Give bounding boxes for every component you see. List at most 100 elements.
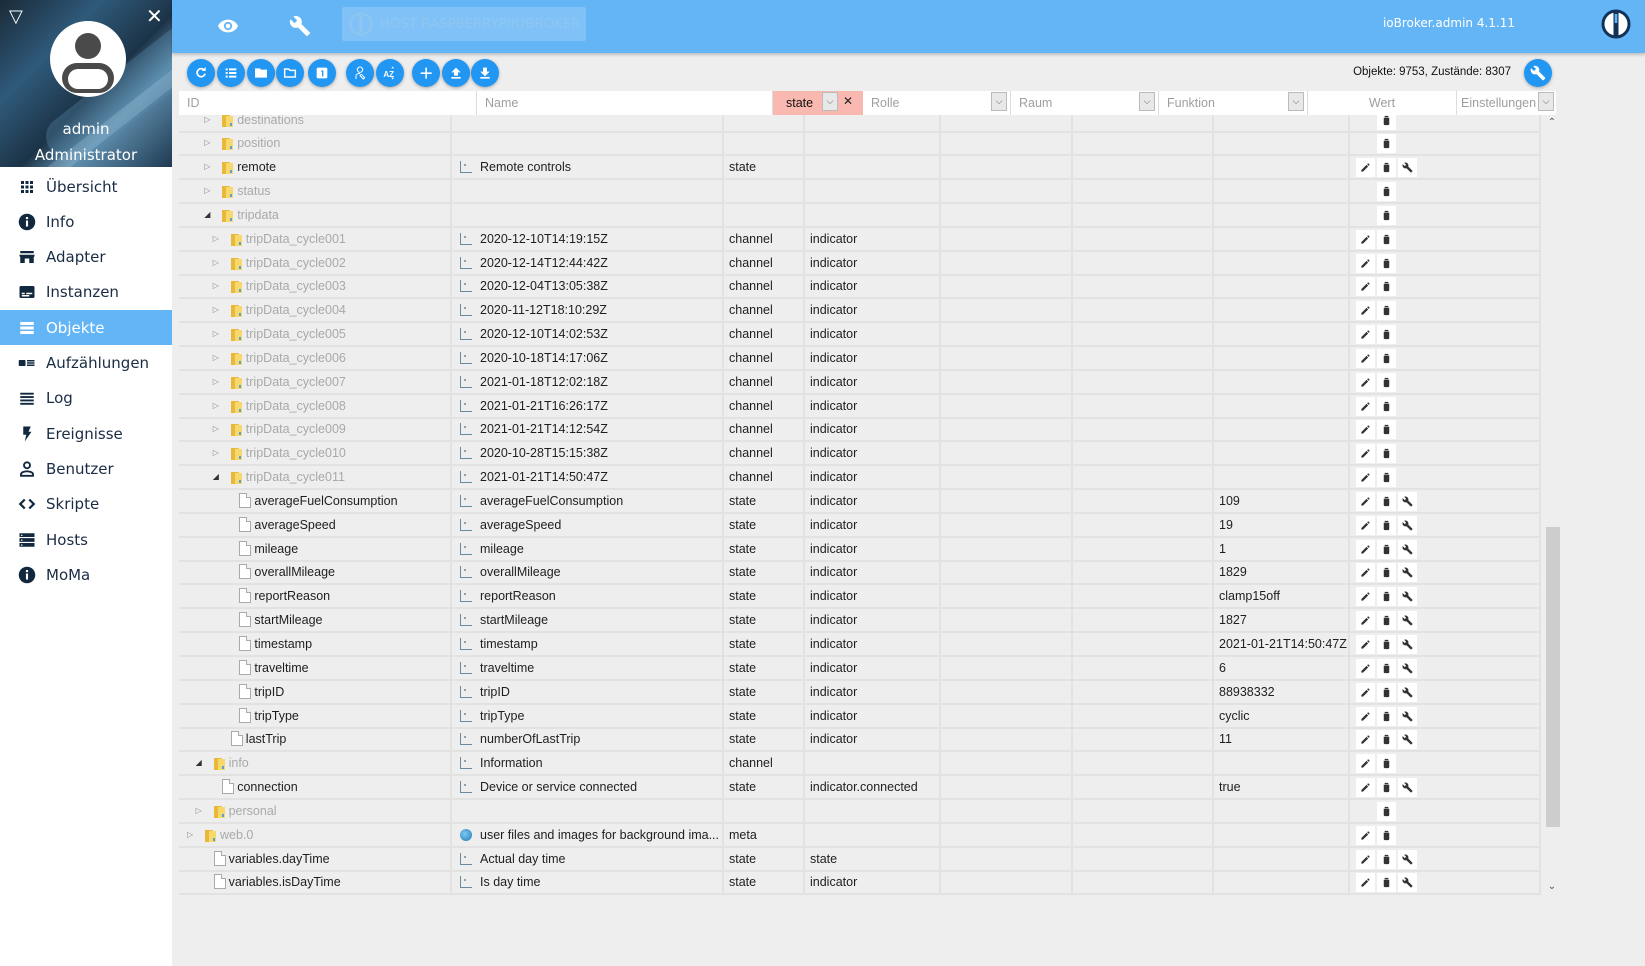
delete-button[interactable]: [1377, 325, 1396, 345]
value-cell[interactable]: [1214, 203, 1350, 226]
id-filter[interactable]: [179, 91, 477, 115]
value-cell[interactable]: [1214, 370, 1350, 393]
value-cell[interactable]: [1214, 466, 1350, 489]
delete-button[interactable]: [1377, 682, 1396, 702]
table-row[interactable]: ◢ tripdata: [179, 203, 1541, 228]
edit-button[interactable]: [1356, 491, 1375, 511]
edit-button[interactable]: [1356, 778, 1375, 798]
count-one-button[interactable]: [308, 59, 336, 87]
value-cell[interactable]: clamp15off: [1214, 585, 1350, 608]
table-row[interactable]: overallMileage overallMileage state indicat…: [179, 561, 1541, 586]
table-row[interactable]: ▷ tripData_cycle003 2020-12-04T13:05:38Z ch…: [179, 275, 1541, 300]
host-selector[interactable]: HOST RASPBERRYPIIOBROKER: [342, 7, 586, 41]
sidebar-item-benutzer[interactable]: Benutzer: [0, 451, 172, 486]
value-cell[interactable]: [1214, 847, 1350, 870]
table-row[interactable]: averageSpeed averageSpeed state indicator 19: [179, 513, 1541, 538]
table-row[interactable]: ▷ status: [179, 180, 1541, 205]
table-row[interactable]: ▷ web.0 user files and images for backgrou…: [179, 823, 1541, 848]
edit-button[interactable]: [1356, 396, 1375, 416]
settings-button[interactable]: [1398, 849, 1417, 869]
clear-type-filter-icon[interactable]: ✕: [843, 94, 853, 108]
sort-az-button[interactable]: AZ: [376, 59, 404, 87]
delete-button[interactable]: [1377, 277, 1396, 297]
settings-button[interactable]: [1398, 158, 1417, 178]
edit-button[interactable]: [1356, 468, 1375, 488]
download-button[interactable]: [471, 59, 499, 87]
expand-triangle-icon[interactable]: ▷: [213, 401, 219, 410]
table-row[interactable]: ▷ tripData_cycle008 2021-01-21T16:26:17Z ch…: [179, 394, 1541, 419]
settings-button[interactable]: [1524, 59, 1552, 87]
collapse-triangle-icon[interactable]: ◢: [204, 210, 210, 219]
delete-button[interactable]: [1377, 205, 1396, 225]
table-scrollbar[interactable]: ⌃ ⌄: [1544, 115, 1560, 895]
delete-button[interactable]: [1377, 730, 1396, 750]
edit-button[interactable]: [1356, 539, 1375, 559]
sidebar-item-ereignisse[interactable]: Ereignisse: [0, 416, 172, 451]
sidebar-item-adapter[interactable]: Adapter: [0, 240, 172, 275]
delete-button[interactable]: [1377, 563, 1396, 583]
sidebar-item-aufz-hlungen[interactable]: Aufzählungen: [0, 346, 172, 381]
delete-button[interactable]: [1377, 115, 1396, 130]
sidebar-item-instanzen[interactable]: Instanzen: [0, 275, 172, 310]
expand-triangle-icon[interactable]: ▷: [204, 138, 210, 147]
value-cell[interactable]: 19: [1214, 513, 1350, 536]
value-cell[interactable]: [1214, 115, 1350, 131]
delete-button[interactable]: [1377, 706, 1396, 726]
table-row[interactable]: variables.dayTime Actual day time state sta…: [179, 847, 1541, 872]
table-row[interactable]: ▷ remote Remote controls state: [179, 156, 1541, 181]
edit-button[interactable]: [1356, 587, 1375, 607]
sidebar-item-hosts[interactable]: Hosts: [0, 522, 172, 557]
delete-button[interactable]: [1377, 348, 1396, 368]
delete-button[interactable]: [1377, 515, 1396, 535]
delete-button[interactable]: [1377, 444, 1396, 464]
table-row[interactable]: mileage mileage state indicator 1: [179, 537, 1541, 562]
table-row[interactable]: ▷ tripData_cycle009 2021-01-21T14:12:54Z ch…: [179, 418, 1541, 443]
delete-button[interactable]: [1377, 182, 1396, 202]
table-row[interactable]: ▷ position: [179, 132, 1541, 157]
value-cell[interactable]: [1214, 799, 1350, 822]
settings-button[interactable]: [1398, 491, 1417, 511]
expand-triangle-icon[interactable]: ▷: [213, 448, 219, 457]
scroll-thumb[interactable]: [1546, 527, 1560, 827]
expand-triangle-icon[interactable]: ▷: [187, 830, 193, 839]
sidebar-item--bersicht[interactable]: Übersicht: [0, 169, 172, 204]
settings-button[interactable]: [1398, 658, 1417, 678]
value-cell[interactable]: 6: [1214, 656, 1350, 679]
table-row[interactable]: ▷ tripData_cycle007 2021-01-18T12:02:18Z ch…: [179, 370, 1541, 395]
value-cell[interactable]: [1214, 346, 1350, 369]
edit-button[interactable]: [1356, 348, 1375, 368]
table-row[interactable]: tripType tripType state indicator cyclic: [179, 704, 1541, 729]
delete-button[interactable]: [1377, 229, 1396, 249]
delete-button[interactable]: [1377, 587, 1396, 607]
delete-button[interactable]: [1377, 778, 1396, 798]
delete-button[interactable]: [1377, 539, 1396, 559]
expand-triangle-icon[interactable]: ▷: [213, 258, 219, 267]
columns-dropdown[interactable]: ⌵: [1538, 92, 1554, 111]
value-cell[interactable]: 2021-01-21T14:50:47Z: [1214, 632, 1350, 655]
close-icon[interactable]: ✕: [146, 6, 164, 26]
settings-button[interactable]: [1398, 515, 1417, 535]
edit-button[interactable]: [1356, 277, 1375, 297]
type-filter[interactable]: state ⌵ ✕: [773, 91, 863, 115]
delete-button[interactable]: [1377, 634, 1396, 654]
edit-button[interactable]: [1356, 325, 1375, 345]
value-cell[interactable]: 1829: [1214, 561, 1350, 584]
value-cell[interactable]: cyclic: [1214, 704, 1350, 727]
delete-button[interactable]: [1377, 491, 1396, 511]
collapse-triangle-icon[interactable]: ◢: [196, 758, 202, 767]
expand-triangle-icon[interactable]: ▷: [213, 234, 219, 243]
collapse-menu-icon[interactable]: ▽: [9, 8, 27, 26]
edit-button[interactable]: [1356, 444, 1375, 464]
name-filter-input[interactable]: [477, 96, 772, 110]
edit-button[interactable]: [1356, 849, 1375, 869]
collapse-triangle-icon[interactable]: ◢: [213, 472, 219, 481]
value-cell[interactable]: true: [1214, 776, 1350, 799]
delete-button[interactable]: [1377, 134, 1396, 154]
table-row[interactable]: connection Device or service connected sta…: [179, 776, 1541, 801]
table-row[interactable]: startMileage startMileage state indicator 18…: [179, 609, 1541, 634]
edit-button[interactable]: [1356, 229, 1375, 249]
function-filter[interactable]: ⌵: [1159, 91, 1308, 115]
expand-triangle-icon[interactable]: ▷: [204, 162, 210, 171]
value-cell[interactable]: [1214, 156, 1350, 179]
table-row[interactable]: timestamp timestamp state indicator 2021-01-…: [179, 632, 1541, 657]
